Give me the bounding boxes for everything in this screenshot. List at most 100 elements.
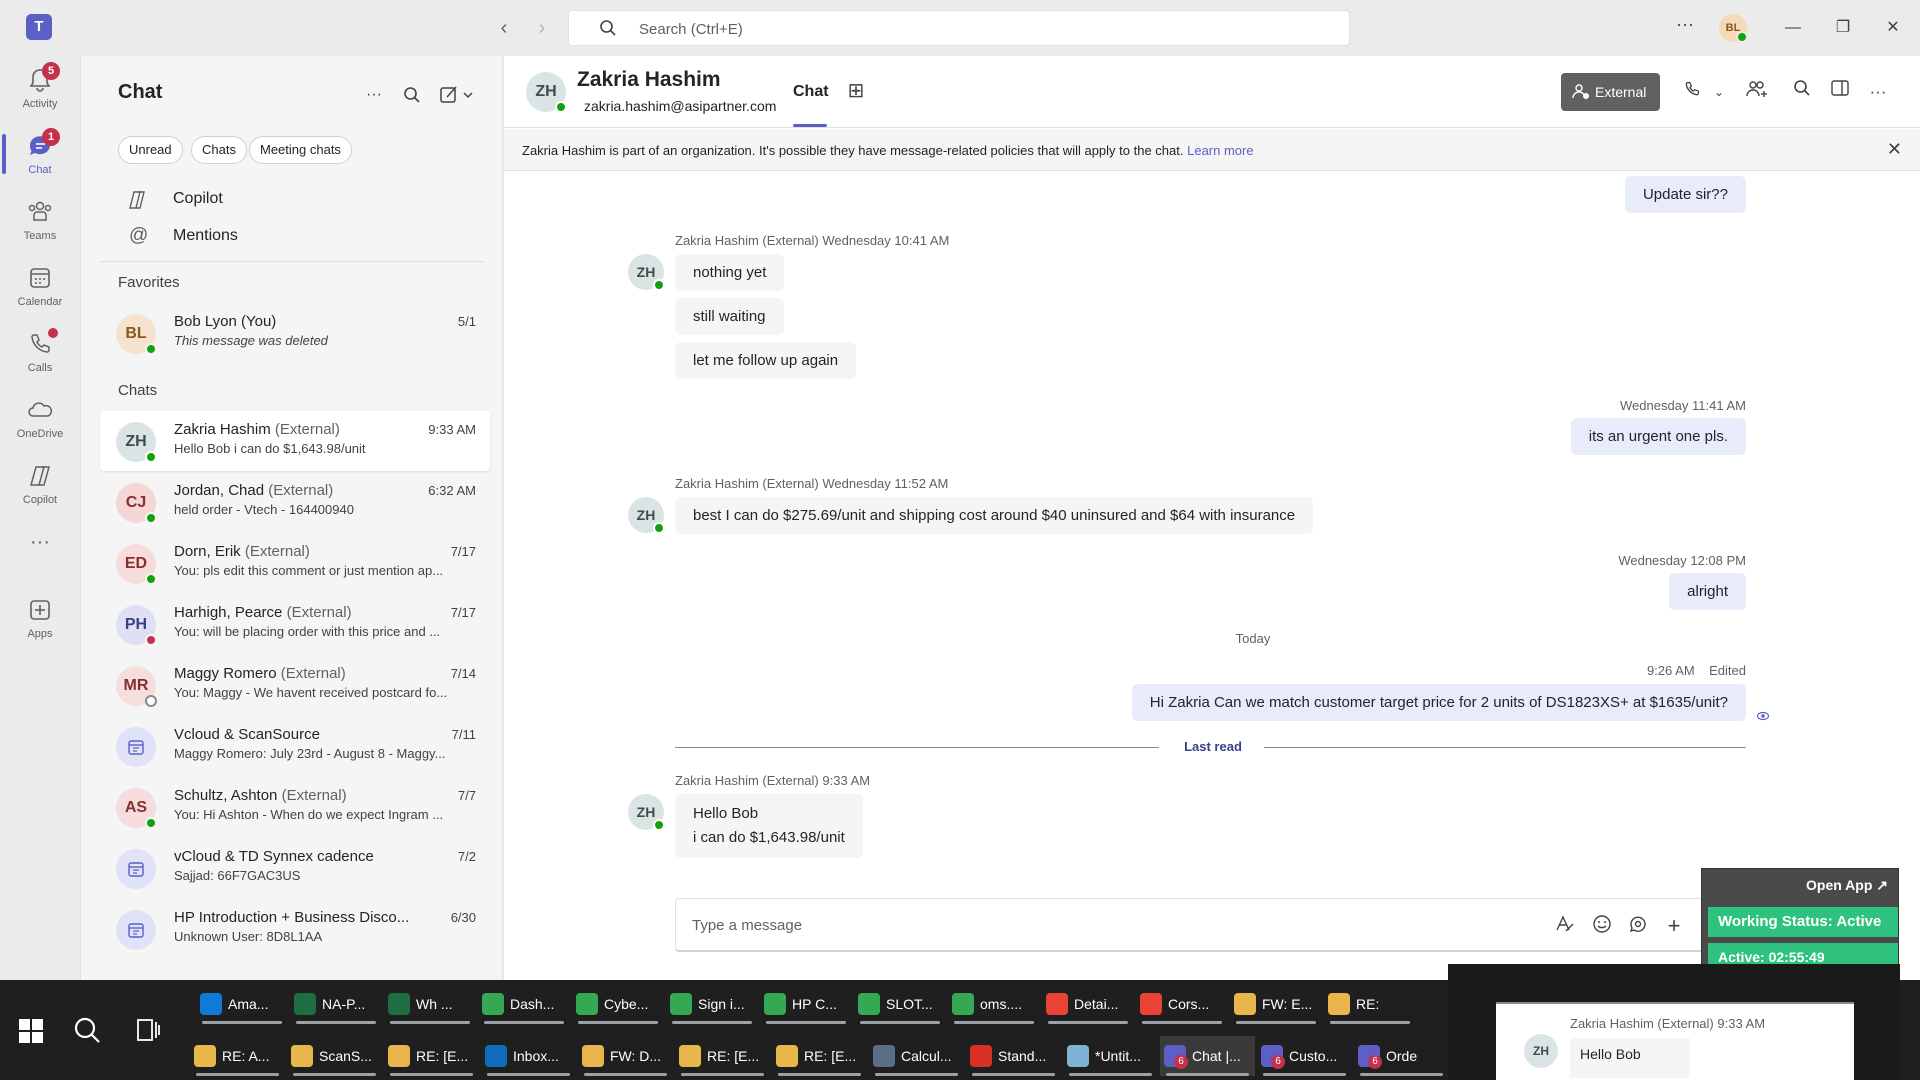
taskbar-app-button[interactable]: RE: [E... — [772, 1036, 867, 1076]
add-people-icon[interactable] — [1744, 79, 1770, 105]
forward-arrow-icon[interactable]: › — [530, 16, 554, 40]
taskbar-app-button[interactable]: Wh ... — [384, 984, 476, 1024]
taskbar-app-button[interactable]: Detai... — [1042, 984, 1134, 1024]
taskbar-app-button[interactable]: ScanS... — [287, 1036, 382, 1076]
taskbar-window-preview[interactable]: Zakria Hashim (External) 9:33 AM ZH Hell… — [1448, 964, 1900, 1080]
more-options-icon[interactable]: ··· — [1865, 79, 1891, 105]
filter-meeting-chats[interactable]: Meeting chats — [249, 136, 352, 164]
taskbar-app-button[interactable]: Cybe... — [572, 984, 664, 1024]
taskbar-app-button[interactable]: 6 Chat |... — [1160, 1036, 1255, 1076]
taskbar-app-button[interactable]: Cors... — [1136, 984, 1228, 1024]
sender-avatar[interactable]: ZH — [628, 794, 665, 831]
format-text-icon[interactable] — [1552, 914, 1576, 938]
chat-list-item[interactable]: ED Dorn, Erik (External) You: pls edit thi… — [100, 533, 490, 593]
search-in-chat-icon[interactable] — [1789, 79, 1815, 105]
taskbar-app-button[interactable]: NA-P... — [290, 984, 382, 1024]
add-attachment-icon[interactable]: + — [1662, 914, 1686, 938]
chat-list-item[interactable]: CJ Jordan, Chad (External) held order - Vt… — [100, 472, 490, 532]
chat-time: 7/17 — [450, 544, 476, 559]
taskbar-app-button[interactable]: RE: — [1324, 984, 1416, 1024]
user-avatar[interactable]: BL — [1719, 14, 1748, 43]
learn-more-link[interactable]: Learn more — [1187, 143, 1253, 158]
minimize-icon[interactable]: — — [1778, 16, 1808, 40]
taskbar-app-button[interactable]: oms.... — [948, 984, 1040, 1024]
taskbar-app-button[interactable]: 6 Custo... — [1257, 1036, 1352, 1076]
rail-item-copilot[interactable]: Copilot — [0, 456, 80, 516]
filter-unread[interactable]: Unread — [118, 136, 183, 164]
filter-chats[interactable]: Chats — [191, 136, 247, 164]
taskbar-running-indicator — [1236, 1021, 1316, 1024]
pop-out-chat-icon[interactable] — [1827, 79, 1853, 105]
task-view-icon[interactable] — [134, 1016, 166, 1048]
taskbar-app-button[interactable]: Stand... — [966, 1036, 1061, 1076]
sender-avatar[interactable]: ZH — [628, 254, 665, 291]
open-app-button[interactable]: Open App ↗ — [1806, 877, 1888, 894]
taskbar-running-indicator — [196, 1073, 279, 1076]
message-composer[interactable]: Type a message + — [675, 898, 1755, 952]
close-banner-icon[interactable]: ✕ — [1887, 139, 1902, 160]
taskbar-app-button[interactable]: RE: [E... — [384, 1036, 479, 1076]
taskbar-app-button[interactable]: Dash... — [478, 984, 570, 1024]
rail-item-chat[interactable]: 1 Chat — [0, 126, 80, 186]
nav-copilot[interactable]: Copilot — [126, 185, 223, 215]
restore-icon[interactable]: ❐ — [1828, 16, 1858, 40]
rail-item-activity[interactable]: 5 Activity — [0, 60, 80, 120]
taskbar-app-button[interactable]: RE: [E... — [675, 1036, 770, 1076]
close-icon[interactable]: ✕ — [1878, 16, 1908, 40]
mail-icon — [582, 1045, 604, 1067]
search-icon[interactable] — [399, 82, 425, 108]
new-chat-icon[interactable] — [437, 82, 477, 108]
taskbar-app-button[interactable]: *Untit... — [1063, 1036, 1158, 1076]
taskbar-app-button[interactable]: SLOT... — [854, 984, 946, 1024]
more-options-icon[interactable]: ··· — [361, 82, 387, 108]
rail-item-teams[interactable]: Teams — [0, 192, 80, 252]
chat-name: Jordan, Chad — [174, 482, 265, 499]
chat-list-item[interactable]: PH Harhigh, Pearce (External) You: will be… — [100, 594, 490, 654]
chat-list-item[interactable]: HP Introduction + Business Disco... Unkno… — [100, 899, 490, 959]
avatar: BL — [116, 314, 157, 355]
rail-item-calendar[interactable]: Calendar — [0, 258, 80, 318]
tab-chat[interactable]: Chat — [793, 83, 829, 101]
message-timestamp: Wednesday 12:08 PM — [1618, 553, 1746, 568]
windows-start-icon[interactable] — [16, 1016, 46, 1046]
external-button[interactable]: External — [1561, 73, 1660, 111]
chat-list-item[interactable]: BL Bob Lyon (You) This message was deleted… — [100, 303, 490, 363]
call-icon[interactable] — [1679, 79, 1705, 105]
taskbar-running-indicator — [202, 1021, 282, 1024]
taskbar-app-label: *Untit... — [1095, 1048, 1141, 1064]
emoji-icon[interactable] — [1590, 914, 1614, 938]
taskbar-app-label: Cors... — [1168, 996, 1210, 1012]
taskbar-app-button[interactable]: FW: D... — [578, 1036, 673, 1076]
add-tab-icon[interactable]: ⊞ — [845, 80, 867, 102]
taskbar-app-button[interactable]: RE: A... — [190, 1036, 285, 1076]
chat-list-item[interactable]: Vcloud & ScanSource Maggy Romero: July 23… — [100, 716, 490, 776]
contact-avatar[interactable]: ZH — [526, 72, 567, 113]
taskbar-app-button[interactable]: HP C... — [760, 984, 852, 1024]
rail-more-apps-icon[interactable]: ··· — [0, 531, 80, 561]
taskbar-app-button[interactable]: Sign i... — [666, 984, 758, 1024]
taskbar-app-button[interactable]: 6 Orde — [1354, 1036, 1449, 1076]
chat-list-item[interactable]: AS Schultz, Ashton (External) You: Hi Asht… — [100, 777, 490, 837]
chat-list-item[interactable]: vCloud & TD Synnex cadence Sajjad: 66F7GA… — [100, 838, 490, 898]
taskbar-app-button[interactable]: Calcul... — [869, 1036, 964, 1076]
search-input[interactable]: Search (Ctrl+E) — [568, 10, 1350, 46]
rail-item-onedrive[interactable]: OneDrive — [0, 390, 80, 450]
sender-avatar[interactable]: ZH — [628, 497, 665, 534]
chat-preview: You: pls edit this comment or just menti… — [174, 563, 444, 578]
back-arrow-icon[interactable]: ‹ — [492, 16, 516, 40]
taskbar-app-button[interactable]: Ama... — [196, 984, 288, 1024]
taskbar-app-label: HP C... — [792, 996, 837, 1012]
rail-item-apps[interactable]: Apps — [0, 590, 80, 650]
taskbar-app-label: Wh ... — [416, 996, 453, 1012]
chat-name-wrap: Zakria Hashim (External) — [174, 421, 340, 438]
rail-item-calls[interactable]: Calls — [0, 324, 80, 384]
chat-preview: You: Hi Ashton - When do we expect Ingra… — [174, 807, 444, 822]
taskbar-search-icon[interactable] — [72, 1015, 106, 1049]
chat-list-item[interactable]: ZH Zakria Hashim (External) Hello Bob i ca… — [100, 411, 490, 471]
call-options-chevron-icon[interactable]: ⌄ — [1706, 79, 1732, 105]
taskbar-app-button[interactable]: Inbox... — [481, 1036, 576, 1076]
loop-component-icon[interactable] — [1626, 914, 1650, 938]
taskbar-app-button[interactable]: FW: E... — [1230, 984, 1322, 1024]
chat-list-item[interactable]: MR Maggy Romero (External) You: Maggy - We… — [100, 655, 490, 715]
settings-more-icon[interactable]: ··· — [1670, 14, 1700, 42]
